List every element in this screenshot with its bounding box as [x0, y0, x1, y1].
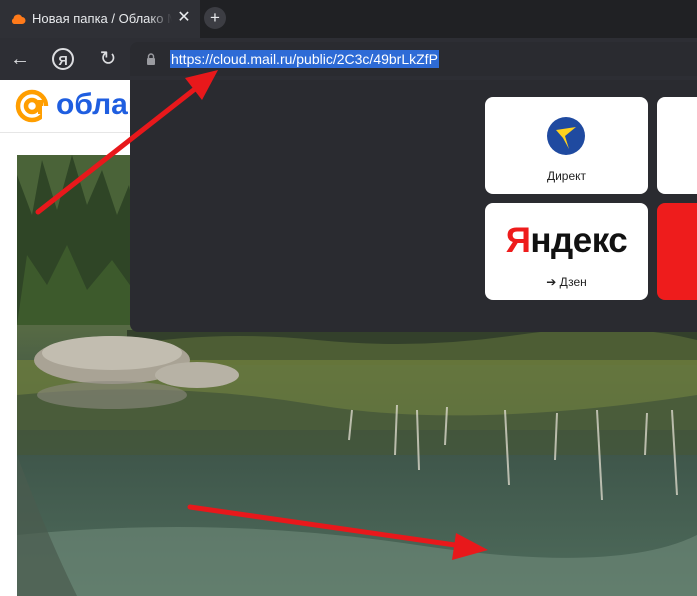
browser-tab[interactable]: Новая папка / Облако Mail ✕: [0, 0, 201, 38]
tab-strip: Новая папка / Облако Mail ✕ +: [0, 0, 697, 38]
yandex-button[interactable]: Я: [52, 48, 74, 70]
tile-dzen-label: ➔ Дзен: [546, 275, 587, 289]
address-bar[interactable]: https://cloud.mail.ru/public/2C3c/49brLk…: [130, 42, 697, 76]
cloud-icon: [11, 14, 26, 25]
new-tab-button[interactable]: +: [204, 7, 226, 29]
reload-button[interactable]: ↻: [96, 47, 120, 71]
tile-partial-top[interactable]: [657, 97, 697, 194]
back-button[interactable]: ←: [8, 47, 32, 71]
url-text[interactable]: https://cloud.mail.ru/public/2C3c/49brLk…: [170, 50, 439, 68]
direct-icon: [547, 117, 585, 155]
lock-icon[interactable]: [146, 53, 156, 65]
tile-partial-bottom[interactable]: [657, 203, 697, 300]
close-icon[interactable]: ✕: [175, 9, 193, 27]
tile-direct-label: Директ: [546, 169, 587, 183]
tab-title: Новая папка / Облако Mail: [32, 11, 172, 27]
address-dropdown: Директ Яндекс ➔ Дзен: [130, 80, 697, 332]
tile-direct[interactable]: Директ: [485, 97, 648, 194]
mail-at-logo-icon: [15, 89, 50, 124]
yandex-logo: Яндекс: [505, 221, 628, 260]
browser-toolbar: ← Я ↻ https://cloud.mail.ru/public/2C3c/…: [0, 38, 697, 80]
tile-yandex[interactable]: Яндекс ➔ Дзен: [485, 203, 648, 300]
